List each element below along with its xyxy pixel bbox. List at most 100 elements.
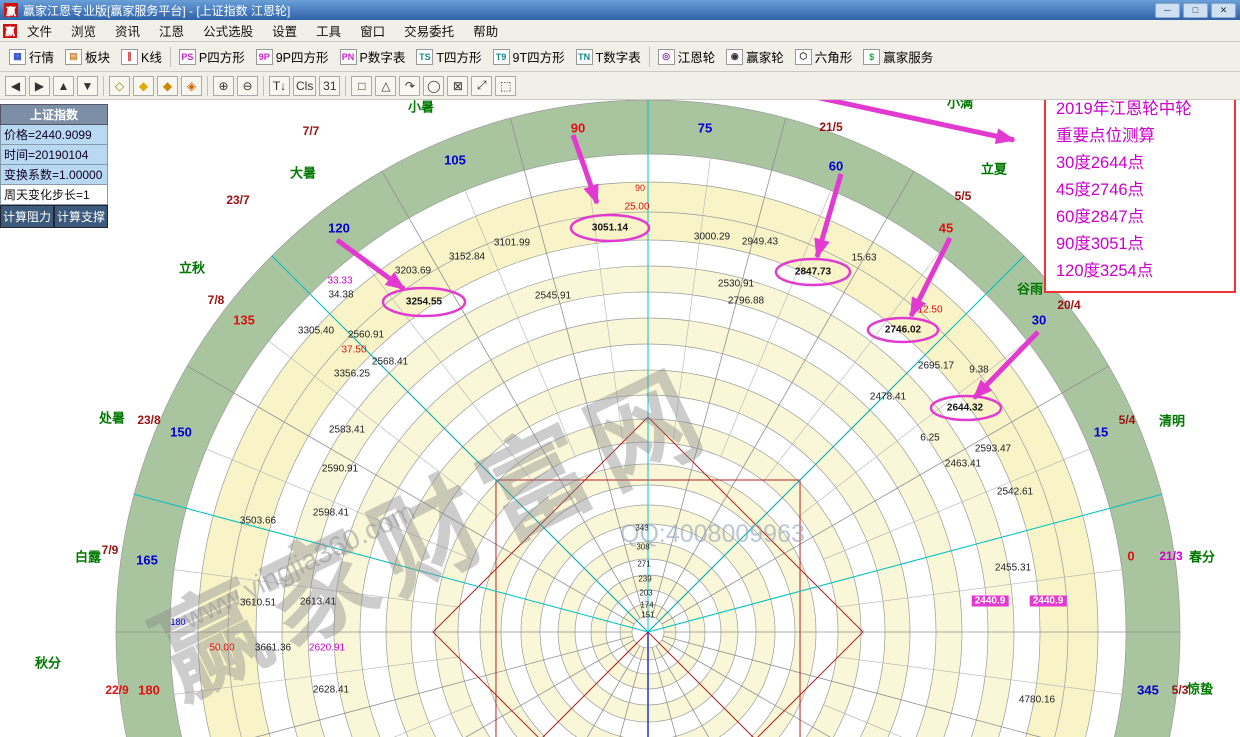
toolbar-button-label: 9P四方形 bbox=[276, 47, 329, 66]
menu-item-6[interactable]: 工具 bbox=[307, 19, 350, 42]
forward-icon[interactable]: ▶ bbox=[29, 76, 50, 96]
calc-button-1[interactable]: 计算支撑 bbox=[54, 205, 108, 228]
toolbar-button-7[interactable]: T99T四方形 bbox=[488, 45, 570, 68]
menu-item-0[interactable]: 文件 bbox=[18, 19, 61, 42]
wheel-number-label: 2568.41 bbox=[372, 357, 408, 368]
toolbar-button-1[interactable]: ▤板块 bbox=[60, 45, 115, 68]
wheel-number-label: 2613.41 bbox=[300, 597, 336, 608]
solar-term-label: 立夏 bbox=[981, 159, 1007, 178]
date-label: 21/5 bbox=[819, 120, 842, 134]
toolbar-button-12[interactable]: $赢家服务 bbox=[858, 45, 938, 68]
rect-tool-icon[interactable]: □ bbox=[351, 76, 372, 96]
ellipse-tool-icon[interactable]: ◯ bbox=[423, 76, 444, 96]
toolbar-button-10[interactable]: ◉赢家轮 bbox=[721, 45, 789, 68]
sort-icon[interactable]: T↓ bbox=[269, 76, 290, 96]
wheel-number-label: 343 bbox=[635, 524, 648, 533]
instrument-info-panel: 上证指数 价格=2440.9099时间=20190104变换系数=1.00000… bbox=[0, 104, 108, 228]
instrument-name: 上证指数 bbox=[0, 104, 108, 125]
cls-button[interactable]: Cls bbox=[293, 76, 316, 96]
calendar-icon[interactable]: 31 bbox=[319, 76, 340, 96]
wheel-number-label: 2590.91 bbox=[322, 464, 358, 475]
rotate-tool-icon[interactable]: ↷ bbox=[399, 76, 420, 96]
minimize-button[interactable]: ─ bbox=[1155, 3, 1180, 18]
circle-x-tool-icon[interactable]: ⊠ bbox=[447, 76, 468, 96]
resize-tool-icon[interactable]: ⤢ bbox=[471, 76, 492, 96]
diamond-plus-icon[interactable]: ◈ bbox=[181, 76, 202, 96]
calc-button-0[interactable]: 计算阻力 bbox=[0, 205, 54, 228]
toolbar-button-3[interactable]: PSP四方形 bbox=[174, 45, 250, 68]
toolbar-button-2[interactable]: ∥K线 bbox=[116, 45, 167, 68]
quotes-grid-icon: ▦ bbox=[9, 49, 26, 65]
menu-item-8[interactable]: 交易委托 bbox=[395, 19, 463, 42]
diamond-outline-icon[interactable]: ◇ bbox=[109, 76, 130, 96]
toolbar-button-8[interactable]: TNT数字表 bbox=[571, 45, 646, 68]
wheel-number-label: 2628.41 bbox=[313, 685, 349, 696]
toolbar-button-4[interactable]: 9P9P四方形 bbox=[251, 45, 334, 68]
window-controls: ─ □ ✕ bbox=[1155, 3, 1236, 18]
menu-item-5[interactable]: 设置 bbox=[263, 19, 306, 42]
menu-item-9[interactable]: 帮助 bbox=[464, 19, 507, 42]
wheel-number-label: 2949.43 bbox=[742, 237, 778, 248]
zoom-out-icon[interactable]: ⊖ bbox=[237, 76, 258, 96]
toolbar-button-6[interactable]: TST四方形 bbox=[411, 45, 486, 68]
annotation-line: 2019年江恩轮中轮 bbox=[1056, 96, 1224, 123]
wheel-number-label: 3152.84 bbox=[449, 252, 485, 263]
date-label: 5/4 bbox=[1119, 413, 1136, 427]
wheel-number-label: 203 bbox=[639, 589, 652, 598]
circled-value-label: 3051.14 bbox=[592, 223, 628, 234]
key-levels-annotation: 2019年江恩轮中轮重要点位测算30度2644点45度2746点60度2847点… bbox=[1044, 88, 1236, 293]
menu-item-2[interactable]: 资讯 bbox=[106, 19, 149, 42]
pointer-up-icon[interactable]: ▲ bbox=[53, 76, 74, 96]
menu-item-4[interactable]: 公式选股 bbox=[194, 19, 262, 42]
solar-term-label: 处暑 bbox=[99, 408, 125, 427]
solar-term-label: 小满 bbox=[947, 100, 973, 112]
toolbar-button-9[interactable]: ◎江恩轮 bbox=[653, 45, 721, 68]
toolbar-button-label: 赢家轮 bbox=[746, 47, 784, 66]
back-icon[interactable]: ◀ bbox=[5, 76, 26, 96]
close-button[interactable]: ✕ bbox=[1211, 3, 1236, 18]
price-highlight-cell: 2440.9 bbox=[972, 596, 1009, 607]
date-label: 20/4 bbox=[1057, 298, 1080, 312]
wheel-number-label: 308 bbox=[636, 543, 649, 552]
toolbar-button-5[interactable]: PNP数字表 bbox=[335, 45, 411, 68]
degree-label: 165 bbox=[136, 553, 158, 568]
toolbar-button-label: T数字表 bbox=[596, 47, 641, 66]
wheel-number-label: 151 bbox=[641, 611, 654, 620]
menu-item-3[interactable]: 江恩 bbox=[150, 19, 193, 42]
diamond-yellow-icon[interactable]: ◆ bbox=[133, 76, 154, 96]
wheel-number-label: 4780.16 bbox=[1019, 695, 1055, 706]
solar-term-label: 立秋 bbox=[179, 258, 205, 277]
filter-icon[interactable]: ▼ bbox=[77, 76, 98, 96]
wheel-number-label: 3101.99 bbox=[494, 238, 530, 249]
triangle-tool-icon[interactable]: △ bbox=[375, 76, 396, 96]
toolbar-button-11[interactable]: ⬡六角形 bbox=[790, 45, 858, 68]
toolbar-button-0[interactable]: ▦行情 bbox=[4, 45, 59, 68]
zoom-in-icon[interactable]: ⊕ bbox=[213, 76, 234, 96]
wheel-number-label: 15.63 bbox=[851, 253, 876, 264]
tools-toolbar: ◀▶▲▼◇◆◆◈⊕⊖T↓Cls31□△↷◯⊠⤢⬚ bbox=[0, 72, 1240, 100]
instrument-info-rows: 价格=2440.9099时间=20190104变换系数=1.00000周天变化步… bbox=[0, 125, 108, 205]
select-tool-icon[interactable]: ⬚ bbox=[495, 76, 516, 96]
wheel-number-label: 2455.31 bbox=[995, 563, 1031, 574]
toolbar-button-label: P四方形 bbox=[199, 47, 245, 66]
maximize-button[interactable]: □ bbox=[1183, 3, 1208, 18]
menu-item-7[interactable]: 窗口 bbox=[351, 19, 394, 42]
toolbar-button-label: 行情 bbox=[29, 47, 54, 66]
degree-label: 60 bbox=[829, 159, 843, 174]
toolbar-button-label: 板块 bbox=[85, 47, 110, 66]
toolbar-separator bbox=[649, 47, 650, 67]
menu-logo-icon: 赢 bbox=[3, 24, 17, 38]
degree-label: 180 bbox=[138, 683, 160, 698]
wheel-number-label: 9.38 bbox=[969, 365, 988, 376]
degree-label: 345 bbox=[1137, 683, 1159, 698]
date-label: 22/9 bbox=[105, 683, 128, 697]
wheel-number-label: 3203.69 bbox=[395, 266, 431, 277]
p-number-table-icon: PN bbox=[340, 49, 357, 65]
wheel-number-label: 3610.51 bbox=[240, 598, 276, 609]
wheel-number-label: 37.50 bbox=[341, 345, 366, 356]
blocks-icon: ▤ bbox=[65, 49, 82, 65]
degree-label: 0 bbox=[1127, 549, 1134, 564]
diamond-gold-icon[interactable]: ◆ bbox=[157, 76, 178, 96]
menu-item-1[interactable]: 浏览 bbox=[62, 19, 105, 42]
winner-service-icon: $ bbox=[863, 49, 880, 65]
